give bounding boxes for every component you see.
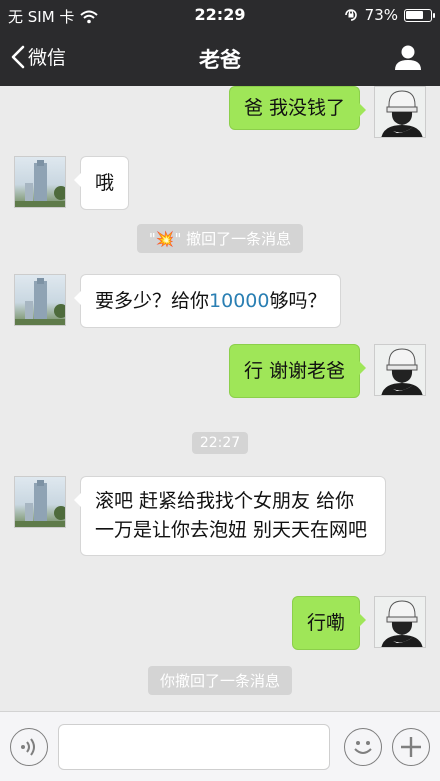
message-amount-highlight[interactable]: 10000 xyxy=(209,290,269,312)
message-text-after: 够吗？ xyxy=(269,290,327,312)
contact-avatar[interactable] xyxy=(14,156,66,208)
message-text: 滚吧 赶紧给我找个女朋友 给你一万是让你去泡妞 别天天在网吧 xyxy=(95,490,368,541)
battery-fill xyxy=(406,10,423,19)
input-bar xyxy=(0,711,440,781)
message-text-before: 要多少？给你 xyxy=(95,290,210,312)
avatar-image xyxy=(15,160,65,207)
status-bar: 无 SIM 卡 22:29 73% xyxy=(0,0,440,30)
avatar-image xyxy=(15,480,65,527)
smiley-icon xyxy=(354,741,372,754)
chat-bubble-sent[interactable]: 行 谢谢老爸 xyxy=(228,344,367,398)
nav-bar: 微信 老爸 xyxy=(0,30,440,86)
message-text: 行嘞 xyxy=(306,612,345,634)
plus-icon xyxy=(401,737,421,757)
avatar-image xyxy=(381,90,423,137)
message-text: 行 谢谢老爸 xyxy=(243,360,345,382)
rotation-lock-icon xyxy=(344,9,357,21)
emoji-button[interactable] xyxy=(344,728,382,766)
page-title: 老爸 xyxy=(199,48,241,72)
add-button[interactable] xyxy=(392,728,430,766)
timestamp-divider: 22:27 xyxy=(0,432,440,454)
system-notice: 你撤回了一条消息 xyxy=(0,666,440,695)
profile-button[interactable] xyxy=(394,44,422,74)
avatar-image xyxy=(381,600,423,647)
status-right: 73% xyxy=(343,6,435,24)
my-avatar[interactable] xyxy=(374,596,426,648)
recall-notice-pill: "💥" 撤回了一条消息 xyxy=(136,224,304,253)
chat-bubble-received[interactable]: 要多少？给你10000够吗？ xyxy=(73,274,342,328)
chat-bubble-sent[interactable]: 爸 我没钱了 xyxy=(228,86,367,130)
system-notice: "💥" 撤回了一条消息 xyxy=(0,224,440,253)
battery-percent: 73% xyxy=(364,6,398,24)
battery-icon xyxy=(404,8,435,22)
chat-bubble-sent[interactable]: 行嘞 xyxy=(291,596,367,650)
chat-area[interactable]: 爸 我没钱了 哦 "💥" 撤回了一条消息 要多少？给你10000够吗？ 行 谢谢… xyxy=(0,86,440,711)
avatar-image xyxy=(381,348,423,395)
explosion-emoji-icon: 💥 xyxy=(155,230,175,248)
my-avatar[interactable] xyxy=(374,86,426,138)
message-text: 哦 xyxy=(95,172,115,194)
chat-bubble-received[interactable]: 滚吧 赶紧给我找个女朋友 给你一万是让你去泡妞 别天天在网吧 xyxy=(74,476,386,556)
chat-bubble-received[interactable]: 哦 xyxy=(73,156,130,210)
message-text: 爸 我没钱了 xyxy=(243,97,345,119)
my-avatar[interactable] xyxy=(374,344,426,396)
avatar-image xyxy=(15,278,65,325)
timestamp-label: 22:27 xyxy=(191,432,249,454)
person-icon xyxy=(395,45,421,70)
recall-notice-pill: 你撤回了一条消息 xyxy=(147,666,292,695)
contact-avatar[interactable] xyxy=(14,476,66,528)
message-input[interactable] xyxy=(58,724,330,770)
voice-button[interactable] xyxy=(10,728,48,766)
contact-avatar[interactable] xyxy=(14,274,66,326)
voice-icon xyxy=(21,738,35,756)
